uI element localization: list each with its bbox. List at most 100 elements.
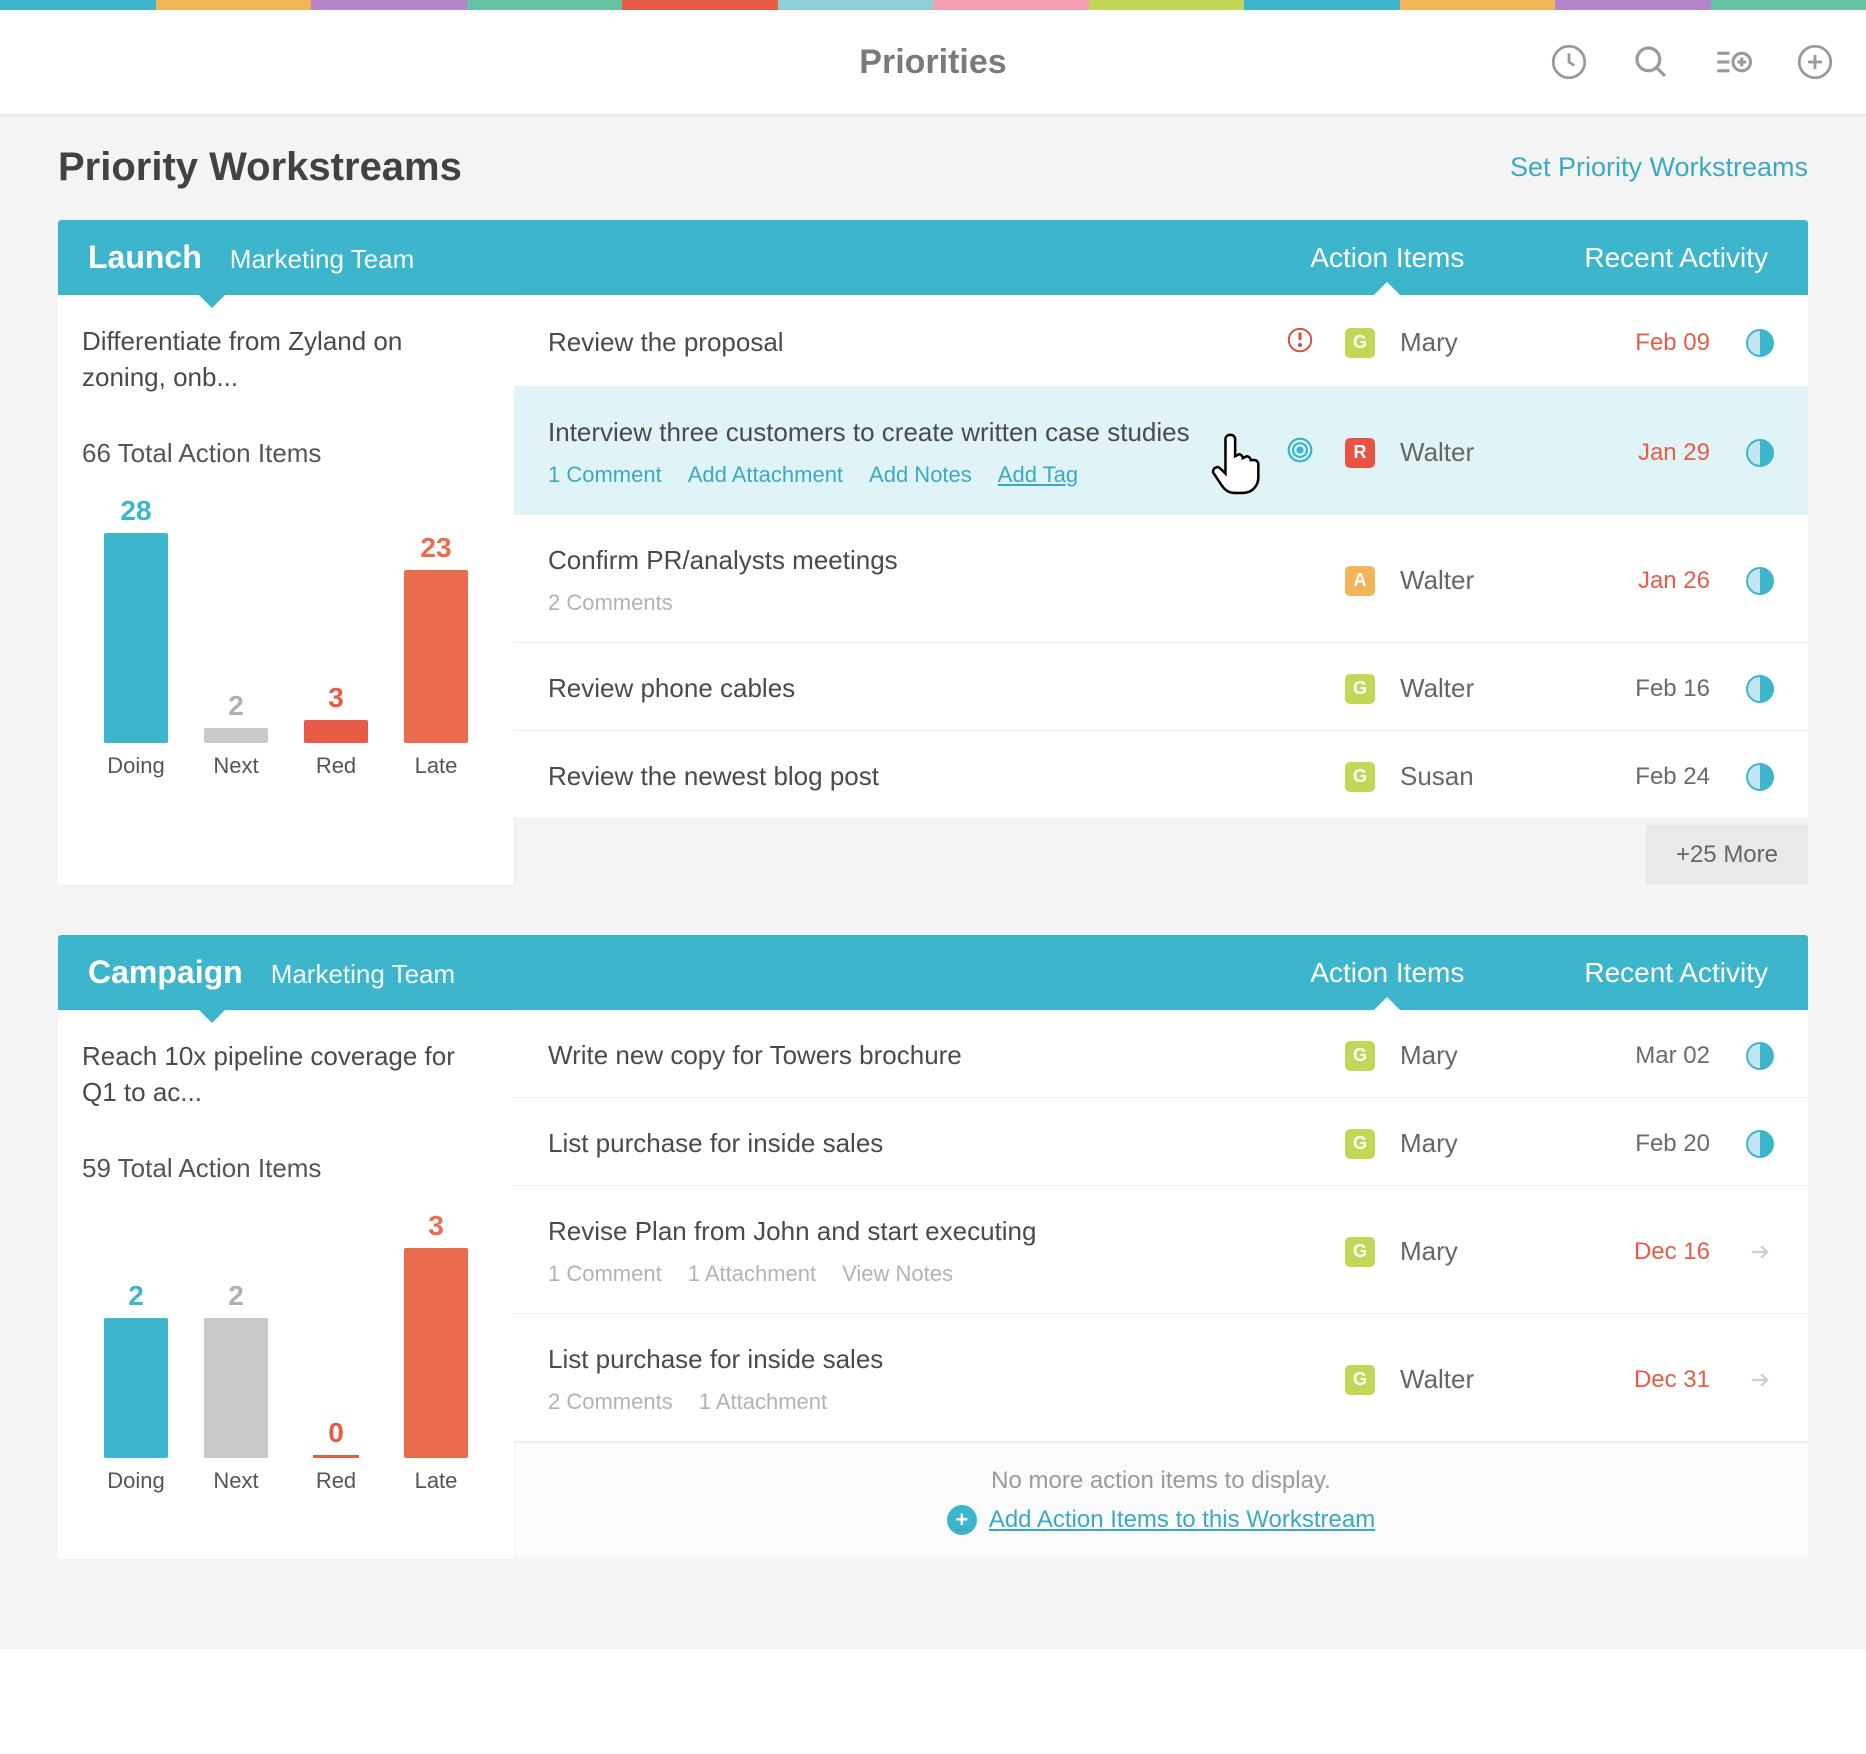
status-half-icon[interactable] [1746,439,1774,467]
action-item-row[interactable]: Interview three customers to create writ… [514,387,1808,515]
action-item-title: Write new copy for Towers brochure [548,1040,1260,1071]
rag-green-badge: G [1345,674,1375,704]
item-meta-link: 2 Comments [548,1389,673,1415]
action-item-list: Write new copy for Towers brochure G Mar… [514,1010,1808,1559]
action-item-row[interactable]: List purchase for inside sales G Mary Fe… [514,1098,1808,1186]
workstream-title[interactable]: Campaign [88,954,243,991]
search-icon[interactable] [1630,41,1672,83]
workstream-header: Launch Marketing Team Action Items Recen… [58,220,1808,295]
due-date: Jan 26 [1590,567,1710,595]
chart-value-red: 0 [328,1417,344,1449]
status-half-icon[interactable] [1746,1042,1774,1070]
no-more-message: No more action items to display. + Add A… [514,1442,1808,1559]
due-date: Feb 16 [1590,675,1710,703]
item-meta-link: 1 Comment [548,1261,662,1287]
workstream-card: Launch Marketing Team Action Items Recen… [58,220,1808,885]
action-item-row[interactable]: Write new copy for Towers brochure G Mar… [514,1010,1808,1098]
top-nav: Priorities [0,10,1866,115]
item-meta-link[interactable]: Add Attachment [688,462,843,488]
rag-green-badge: G [1345,328,1375,358]
chart-bar-doing [104,1318,168,1458]
workstream-total: 59 Total Action Items [82,1153,490,1184]
action-item-title: Review the proposal [548,327,1260,358]
target-icon [1285,435,1315,470]
rag-red-badge: R [1345,438,1375,468]
add-list-icon[interactable] [1712,41,1754,83]
chart-label-red: Red [316,1468,356,1494]
workstream-sidebar: Reach 10x pipeline coverage for Q1 to ac… [58,1010,514,1559]
action-item-row[interactable]: Revise Plan from John and start executin… [514,1186,1808,1314]
chart-label-next: Next [213,753,258,779]
due-date: Feb 24 [1590,763,1710,791]
assignee: Mary [1400,1128,1570,1159]
tab-action-items[interactable]: Action Items [1310,242,1464,274]
chart-label-late: Late [415,753,458,779]
workstream-description: Reach 10x pipeline coverage for Q1 to ac… [82,1038,490,1111]
tab-recent-activity[interactable]: Recent Activity [1584,242,1768,274]
due-date: Feb 20 [1590,1130,1710,1158]
chart-value-next: 2 [228,690,244,722]
workstream-description: Differentiate from Zyland on zoning, onb… [82,323,490,396]
chart-value-next: 2 [228,1280,244,1312]
workstream-team[interactable]: Marketing Team [230,244,415,275]
due-date: Feb 09 [1590,329,1710,357]
workstream-sidebar: Differentiate from Zyland on zoning, onb… [58,295,514,885]
assignee: Mary [1400,327,1570,358]
chart-label-red: Red [316,753,356,779]
status-half-icon[interactable] [1746,675,1774,703]
plus-circle-icon: + [947,1505,977,1535]
action-item-row[interactable]: Confirm PR/analysts meetings 2 Comments … [514,515,1808,643]
add-icon[interactable] [1794,41,1836,83]
priority-icon [1285,325,1315,360]
item-meta-link[interactable]: 1 Comment [548,462,662,488]
workstream-card: Campaign Marketing Team Action Items Rec… [58,935,1808,1559]
assignee: Walter [1400,1364,1570,1395]
more-button[interactable]: +25 More [1646,825,1808,885]
action-item-title: Review phone cables [548,673,1260,704]
action-item-title: List purchase for inside sales [548,1128,1260,1159]
item-meta-link: 1 Attachment [688,1261,816,1287]
chart-value-late: 23 [420,532,451,564]
workstream-title[interactable]: Launch [88,239,202,276]
action-item-row[interactable]: List purchase for inside sales 2 Comment… [514,1314,1808,1442]
assignee: Walter [1400,673,1570,704]
tab-action-items[interactable]: Action Items [1310,957,1464,989]
add-action-link[interactable]: + Add Action Items to this Workstream [538,1505,1784,1535]
status-half-icon[interactable] [1746,329,1774,357]
chart-label-late: Late [415,1468,458,1494]
item-meta-link[interactable]: Add Tag [998,462,1078,488]
action-item-title: Review the newest blog post [548,761,1260,792]
rag-green-badge: G [1345,1365,1375,1395]
action-item-row[interactable]: Review the proposal G Mary Feb 09 [514,295,1808,387]
workstream-team[interactable]: Marketing Team [271,959,456,990]
rag-green-badge: G [1345,762,1375,792]
tab-recent-activity[interactable]: Recent Activity [1584,957,1768,989]
rag-green-badge: G [1345,1129,1375,1159]
set-priority-link[interactable]: Set Priority Workstreams [1510,152,1808,183]
chart-label-next: Next [213,1468,258,1494]
due-date: Dec 31 [1590,1366,1710,1394]
chart-value-doing: 2 [128,1280,144,1312]
section-heading: Priority Workstreams [58,145,462,190]
rag-green-badge: G [1345,1041,1375,1071]
rag-amber-badge: A [1345,566,1375,596]
chart-value-late: 3 [428,1210,444,1242]
status-half-icon[interactable] [1746,763,1774,791]
assignee: Mary [1400,1236,1570,1267]
status-half-icon[interactable] [1746,1130,1774,1158]
recent-icon[interactable] [1548,41,1590,83]
action-item-row[interactable]: Review the newest blog post G Susan Feb … [514,731,1808,819]
assignee: Walter [1400,565,1570,596]
action-item-row[interactable]: Review phone cables G Walter Feb 16 [514,643,1808,731]
due-date: Mar 02 [1590,1042,1710,1070]
chart-bar-next [204,728,268,743]
item-meta-link[interactable]: Add Notes [869,462,972,488]
status-bar-chart: 2 Doing 2 Next 0 Red 3 Late [82,1214,490,1494]
action-item-title: Interview three customers to create writ… [548,417,1260,448]
status-forward-icon[interactable] [1746,1366,1774,1394]
assignee: Mary [1400,1040,1570,1071]
status-half-icon[interactable] [1746,567,1774,595]
status-forward-icon[interactable] [1746,1238,1774,1266]
chart-bar-red [313,1455,359,1458]
assignee: Susan [1400,761,1570,792]
